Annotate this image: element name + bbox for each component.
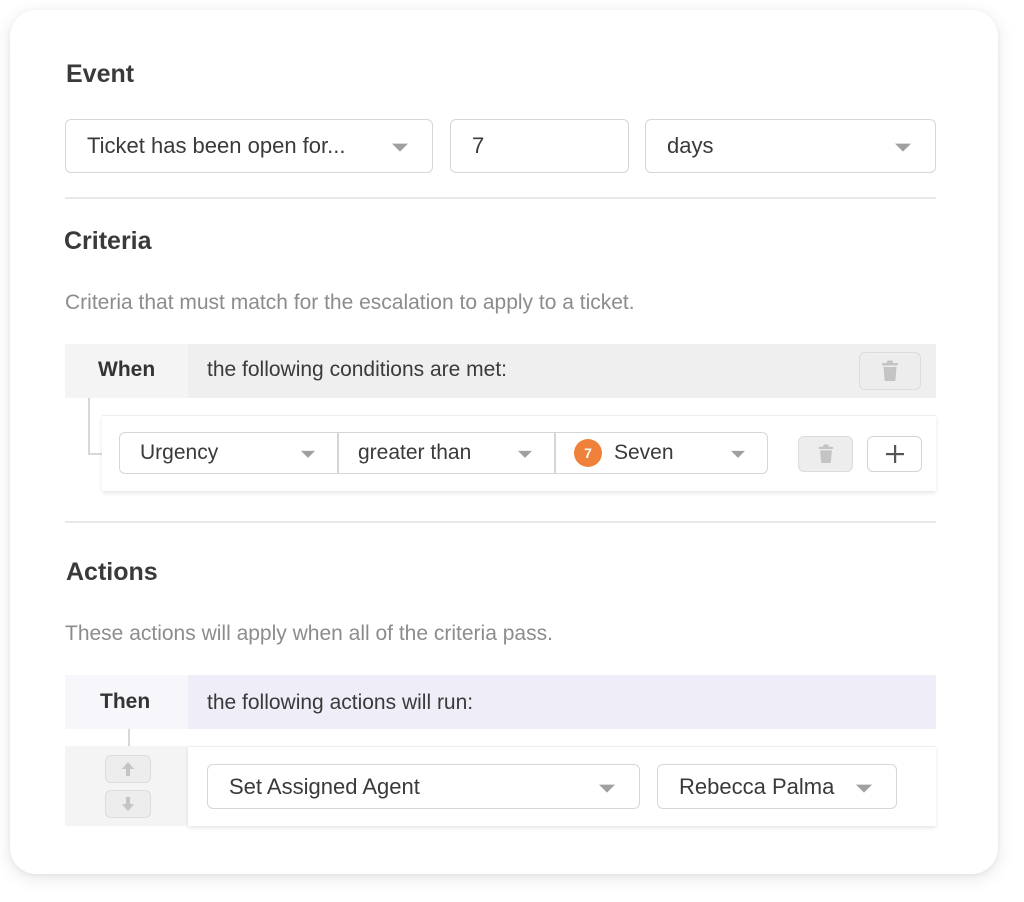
move-up-button[interactable] [105,755,151,783]
tree-connector [88,398,90,454]
criteria-title: Criteria [64,227,152,255]
tree-connector-horizontal [88,453,102,455]
agent-select[interactable]: Rebecca Palma [657,764,897,809]
when-text: the following conditions are met: [207,358,507,381]
condition-field-select[interactable]: Urgency [120,432,337,474]
event-trigger-value: Ticket has been open for... [87,133,346,158]
divider [65,521,936,523]
chevron-down-icon [518,450,532,458]
tree-connector [128,729,130,746]
move-down-button[interactable] [105,790,151,818]
then-text: the following actions will run: [207,691,474,714]
urgency-badge: 7 [574,439,602,467]
chevron-down-icon [856,784,872,793]
chevron-down-icon [895,143,911,152]
chevron-down-icon [599,784,615,793]
condition-field-value: Urgency [140,441,219,464]
condition-value-select[interactable]: 7 Seven [555,432,767,474]
chevron-down-icon [392,143,408,152]
arrow-down-icon [122,797,134,811]
delete-condition-button[interactable] [798,436,853,472]
actions-description: These actions will apply when all of the… [65,622,553,645]
actions-title: Actions [66,558,158,586]
event-title: Event [66,60,135,88]
condition-operator-select[interactable]: greater than [338,432,554,474]
event-unit-value: days [667,133,714,158]
condition-operator-value: greater than [358,441,472,464]
trash-icon [818,444,833,463]
add-condition-button[interactable] [867,436,922,472]
divider [65,197,936,199]
trash-icon [882,360,898,381]
delete-group-button[interactable] [859,352,921,390]
plus-icon [885,445,904,463]
chevron-down-icon [301,450,315,458]
event-amount-input[interactable]: 7 [450,119,629,173]
event-unit-select[interactable]: days [645,119,936,173]
event-amount-value: 7 [472,133,485,158]
then-label: Then [100,690,151,713]
action-type-select[interactable]: Set Assigned Agent [207,764,640,809]
when-label: When [98,358,156,381]
arrow-up-icon [122,762,134,776]
chevron-down-icon [731,450,745,458]
agent-value: Rebecca Palma [679,773,835,799]
condition-value-text: Seven [614,441,674,464]
event-trigger-select[interactable]: Ticket has been open for... [65,119,433,173]
criteria-description: Criteria that must match for the escalat… [65,291,635,314]
action-type-value: Set Assigned Agent [229,773,420,799]
